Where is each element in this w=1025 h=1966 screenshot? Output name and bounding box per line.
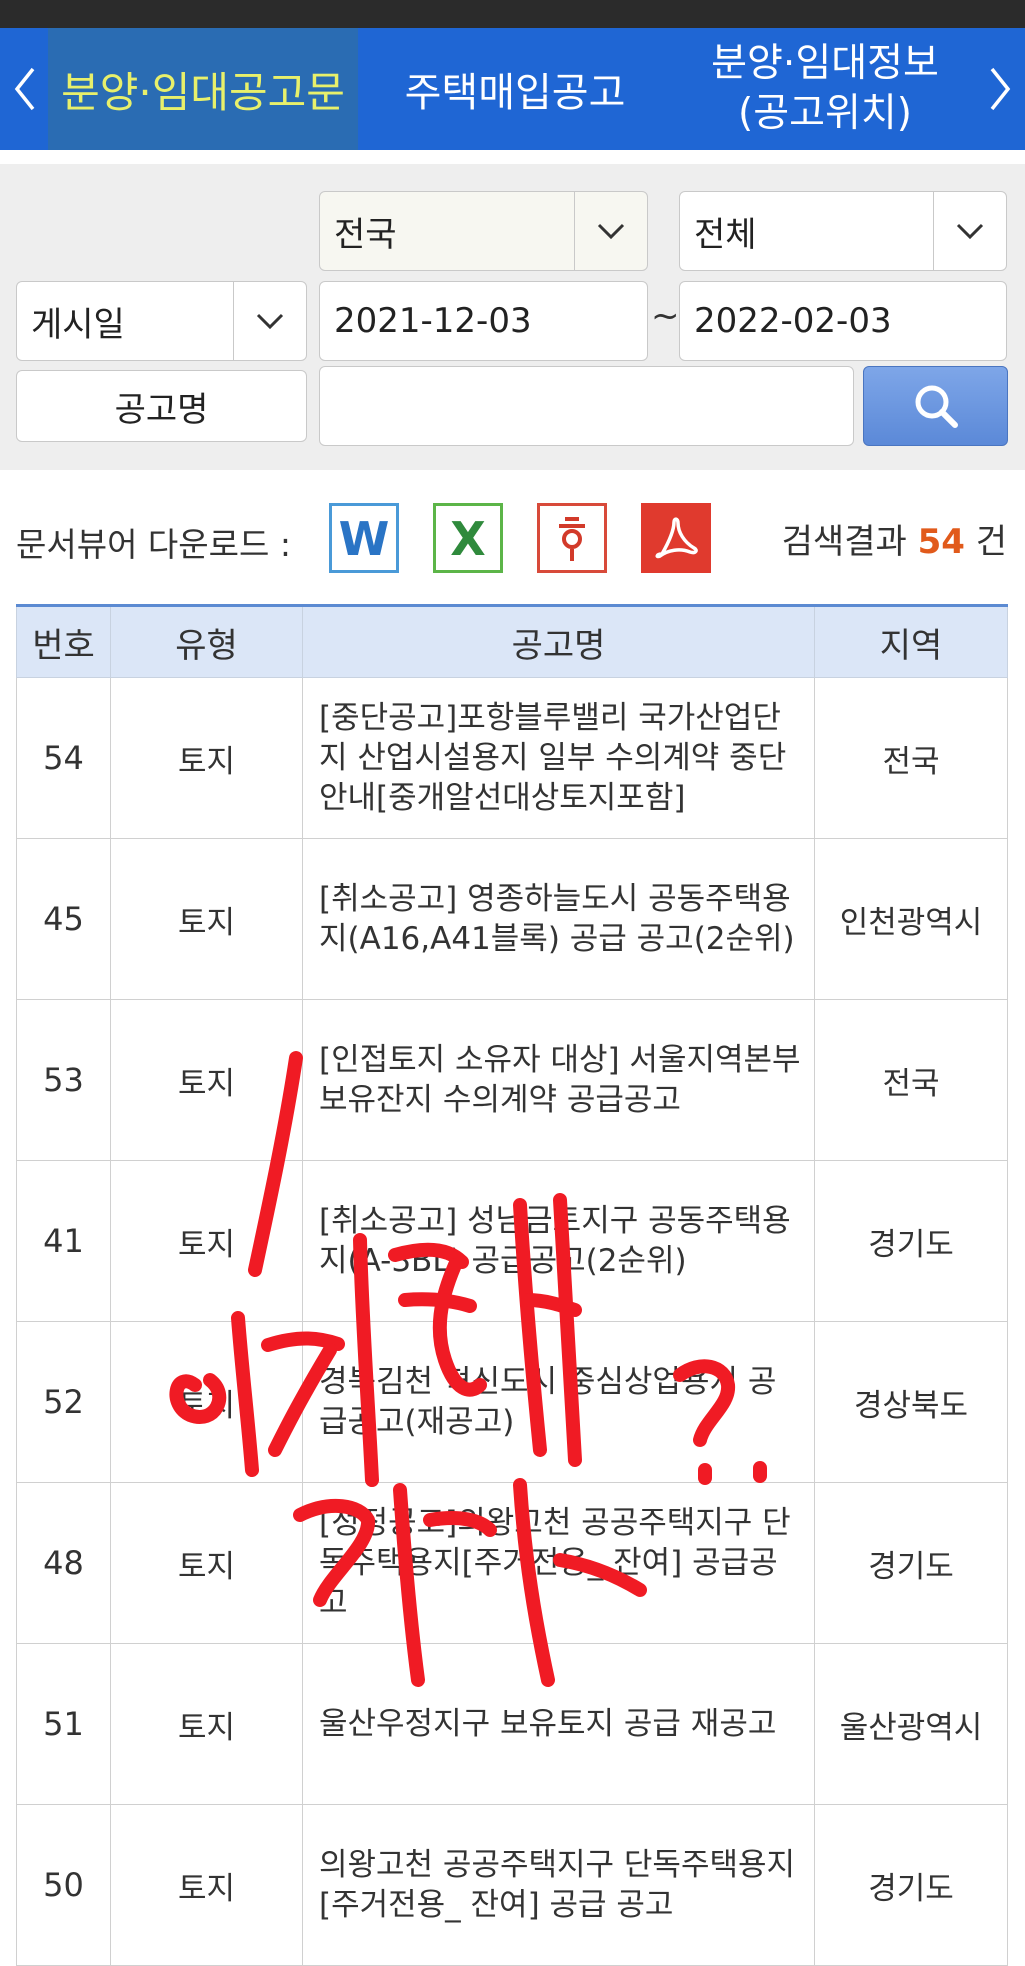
table-row[interactable]: 45 토지 [취소공고] 영종하늘도시 공동주택용지(A16,A41블록) 공급… <box>16 838 1008 1000</box>
row-title-link[interactable]: [인접토지 소유자 대상] 서울지역본부 보유잔지 수의계약 공급공고 <box>302 999 815 1161</box>
chevron-down-icon <box>933 192 1006 270</box>
result-count-number: 54 <box>917 522 965 562</box>
header-title[interactable]: 공고명 <box>302 604 815 678</box>
row-number: 52 <box>16 1321 111 1483</box>
header-number[interactable]: 번호 <box>16 604 111 678</box>
date-to-input[interactable]: 2022-02-03 <box>679 281 1007 361</box>
svg-text:W: W <box>339 513 390 563</box>
row-region: 경상북도 <box>814 1321 1008 1483</box>
row-number: 41 <box>16 1160 111 1322</box>
table-row[interactable]: 52 토지 경북김천 혁신도시 중심상업용지 공급공고(재공고) 경상북도 <box>16 1321 1008 1483</box>
table-row[interactable]: 54 토지 [중단공고]포항블루밸리 국가산업단지 산업시설용지 일부 수의계약… <box>16 677 1008 839</box>
tab-label: 분양·임대공고문 <box>61 67 345 117</box>
result-prefix: 검색결과 <box>781 522 907 562</box>
table-row[interactable]: 41 토지 [취소공고] 성남금토지구 공동주택용지(A-3BL) 공급공고(2… <box>16 1160 1008 1322</box>
category-nav: 분양·임대공고문 주택매입공고 분양·임대정보 (공고위치) <box>0 28 1025 150</box>
row-title-link[interactable]: [취소공고] 영종하늘도시 공동주택용지(A16,A41블록) 공급 공고(2순… <box>302 838 815 1000</box>
search-button[interactable] <box>863 366 1008 446</box>
excel-icon[interactable]: X <box>433 503 503 573</box>
row-region: 인천광역시 <box>814 838 1008 1000</box>
type-select-value: 전체 <box>694 214 757 255</box>
pdf-icon[interactable] <box>641 503 711 573</box>
divider <box>0 150 1025 164</box>
hwp-icon[interactable] <box>537 503 607 573</box>
date-from-value: 2021-12-03 <box>334 301 532 341</box>
chevron-right-icon <box>990 67 1011 111</box>
row-region: 전국 <box>814 999 1008 1161</box>
row-region: 전국 <box>814 677 1008 839</box>
row-type: 토지 <box>110 1321 303 1483</box>
tab-label: 주택매입공고 <box>404 70 626 116</box>
name-label-box: 공고명 <box>16 370 307 442</box>
row-title-link[interactable]: [중단공고]포항블루밸리 국가산업단지 산업시설용지 일부 수의계약 중단 안내… <box>302 677 815 839</box>
row-number: 53 <box>16 999 111 1161</box>
table-row[interactable]: 50 토지 의왕고천 공공주택지구 단독주택용지[주거전용_ 잔여] 공급 공고… <box>16 1804 1008 1966</box>
viewer-download-label: 문서뷰어 다운로드 : <box>16 525 291 564</box>
row-region: 경기도 <box>814 1160 1008 1322</box>
header-type[interactable]: 유형 <box>110 604 303 678</box>
header-region[interactable]: 지역 <box>814 604 1008 678</box>
row-number: 51 <box>16 1643 111 1805</box>
row-title-link[interactable]: [정정공고]의왕고천 공공주택지구 단독주택용지[주거전용_ 잔여] 공급공고 <box>302 1482 815 1644</box>
row-type: 토지 <box>110 1160 303 1322</box>
row-title-link[interactable]: 경북김천 혁신도시 중심상업용지 공급공고(재공고) <box>302 1321 815 1483</box>
type-select[interactable]: 전체 <box>679 191 1007 271</box>
result-count: 검색결과 54 건 <box>782 514 1007 563</box>
chevron-down-icon <box>233 282 306 360</box>
row-number: 45 <box>16 838 111 1000</box>
name-label: 공고명 <box>114 389 209 430</box>
nav-prev-button[interactable] <box>0 28 48 150</box>
date-separator: ~ <box>651 296 680 336</box>
row-type: 토지 <box>110 1482 303 1644</box>
row-type: 토지 <box>110 677 303 839</box>
tab-label-line2: (공고위치) <box>738 91 912 136</box>
row-type: 토지 <box>110 999 303 1161</box>
table-row[interactable]: 53 토지 [인접토지 소유자 대상] 서울지역본부 보유잔지 수의계약 공급공… <box>16 999 1008 1161</box>
row-title-link[interactable]: [취소공고] 성남금토지구 공동주택용지(A-3BL) 공급공고(2순위) <box>302 1160 815 1322</box>
row-type: 토지 <box>110 838 303 1000</box>
svg-text:X: X <box>450 513 485 563</box>
table-row[interactable]: 48 토지 [정정공고]의왕고천 공공주택지구 단독주택용지[주거전용_ 잔여]… <box>16 1482 1008 1644</box>
row-number: 54 <box>16 677 111 839</box>
row-region: 경기도 <box>814 1804 1008 1966</box>
chevron-left-icon <box>14 67 35 111</box>
tab-sale-rent-info[interactable]: 분양·임대정보 (공고위치) <box>680 28 970 150</box>
region-select[interactable]: 전국 <box>319 191 648 271</box>
nav-next-button[interactable] <box>977 28 1025 150</box>
region-select-value: 전국 <box>334 214 397 255</box>
search-icon <box>915 385 958 428</box>
result-suffix: 건 <box>975 522 1007 562</box>
row-number: 48 <box>16 1482 111 1644</box>
chevron-down-icon <box>574 192 647 270</box>
row-region: 경기도 <box>814 1482 1008 1644</box>
row-type: 토지 <box>110 1643 303 1805</box>
date-to-value: 2022-02-03 <box>694 301 892 341</box>
notice-table: 번호 유형 공고명 지역 54 토지 [중단공고]포항블루밸리 국가산업단지 산… <box>16 604 1008 1966</box>
name-search-input[interactable] <box>319 366 854 446</box>
row-title-link[interactable]: 울산우정지구 보유토지 공급 재공고 <box>302 1643 815 1805</box>
word-icon[interactable]: W <box>329 503 399 573</box>
tab-label-line1: 분양·임대정보 <box>711 41 939 86</box>
table-row[interactable]: 51 토지 울산우정지구 보유토지 공급 재공고 울산광역시 <box>16 1643 1008 1805</box>
row-title-link[interactable]: 의왕고천 공공주택지구 단독주택용지[주거전용_ 잔여] 공급 공고 <box>302 1804 815 1966</box>
date-from-input[interactable]: 2021-12-03 <box>319 281 648 361</box>
document-viewer-row: 문서뷰어 다운로드 : W X 검색결과 54 건 <box>0 470 1025 600</box>
tab-housing-purchase-notice[interactable]: 주택매입공고 <box>370 28 660 150</box>
row-number: 50 <box>16 1804 111 1966</box>
row-type: 토지 <box>110 1804 303 1966</box>
date-type-select[interactable]: 게시일 <box>16 281 307 361</box>
row-region: 울산광역시 <box>814 1643 1008 1805</box>
tab-sale-rent-notice[interactable]: 분양·임대공고문 <box>48 28 358 150</box>
date-type-value: 게시일 <box>31 304 125 345</box>
status-bar <box>0 0 1025 28</box>
